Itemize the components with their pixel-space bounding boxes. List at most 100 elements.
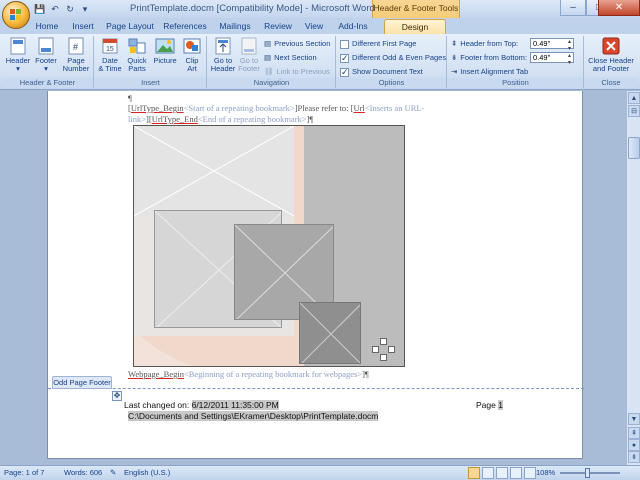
tab-view[interactable]: View (300, 19, 328, 34)
alignment-tab-icon: ⇥ (451, 67, 458, 76)
page-label: Page (476, 400, 499, 410)
previous-page-icon[interactable]: ⇞ (628, 427, 640, 439)
title-bar: Header & Footer Tools 💾 ↶ ↻ ▾ PrintTempl… (0, 0, 640, 36)
office-button[interactable] (2, 1, 30, 29)
ruler-toggle-icon[interactable]: ⊟ (628, 105, 640, 117)
last-changed-label: Last changed on: (124, 400, 192, 410)
show-document-text-checkbox[interactable] (340, 66, 349, 78)
page-number-button[interactable]: # Page Number (60, 37, 92, 73)
scroll-up-icon[interactable]: ▲ (628, 92, 640, 104)
file-path-field[interactable]: C:\Documents and Settings\EKramer\Deskto… (128, 411, 379, 421)
webpage-begin-field: Webpage_Begin (128, 369, 184, 379)
move-handle-icon[interactable]: ✥ (112, 391, 122, 401)
word-count-status[interactable]: Words: 606 (64, 468, 102, 477)
footer-from-bottom-label: Footer from Bottom: (460, 53, 527, 62)
clip-art-button[interactable]: Clip Art (179, 37, 205, 73)
tab-page-layout[interactable]: Page Layout (104, 19, 156, 34)
last-changed-line[interactable]: Last changed on: 6/12/2011 11:35:00 PM (124, 400, 279, 410)
different-first-page-label: Different First Page (352, 39, 417, 48)
urltype-begin-field: UrlType_Begin (130, 103, 184, 113)
zoom-slider[interactable] (560, 472, 620, 474)
picture-label: Picture (153, 56, 177, 65)
quick-access-toolbar: 💾 ↶ ↻ ▾ (34, 2, 91, 16)
different-first-page-option[interactable]: Different First Page (340, 38, 416, 50)
group-navigation: Go to Header Go to Footer ▤ Previous Sec… (208, 36, 336, 88)
different-first-page-checkbox[interactable] (340, 39, 349, 49)
tab-review[interactable]: Review (260, 19, 296, 34)
footer-from-bottom-input[interactable]: 0.49" (530, 52, 574, 66)
header-placeholder-image[interactable] (133, 125, 405, 367)
tab-home[interactable]: Home (32, 19, 62, 34)
close-window-button[interactable]: ✕ (598, 0, 640, 16)
file-path-value: C:\Documents and Settings\EKramer\Deskto… (128, 411, 379, 421)
page-number-field[interactable]: Page 1 (476, 400, 503, 410)
resize-handle[interactable] (388, 346, 395, 353)
previous-section-button[interactable]: ▤ Previous Section (264, 38, 330, 50)
window-title: PrintTemplate.docm [Compatibility Mode] … (130, 3, 375, 14)
link-icon: ⛓ (264, 67, 274, 76)
select-browse-object-icon[interactable]: ● (628, 439, 640, 451)
office-logo-icon (10, 9, 22, 21)
tab-insert[interactable]: Insert (66, 19, 100, 34)
page-value: 1 (498, 400, 503, 410)
group-label-header-footer: Header & Footer (2, 78, 93, 88)
next-section-icon: ▤ (264, 53, 272, 62)
go-to-footer-label-2: Footer (238, 64, 260, 73)
close-red-x-icon (601, 37, 621, 55)
scroll-down-icon[interactable]: ▼ (628, 413, 640, 425)
customize-qat-icon[interactable]: ▾ (79, 3, 91, 15)
outline-view-icon[interactable] (510, 467, 522, 479)
resize-handle[interactable] (380, 338, 387, 345)
zoom-level[interactable]: 108% (536, 468, 555, 477)
page-count-status[interactable]: Page: 1 of 7 (4, 468, 44, 477)
status-bar: Page: 1 of 7 Words: 606 ✎ English (U.S.)… (0, 465, 640, 480)
document-page[interactable]: ¶ [UrlType_Begin<Start of a repeating bo… (47, 91, 584, 459)
resize-handle[interactable] (380, 354, 387, 361)
date-time-button[interactable]: 15 Date & Time (97, 37, 123, 73)
header-button[interactable]: Header ▾ (4, 37, 32, 73)
link-to-previous-button[interactable]: ⛓ Link to Previous (264, 66, 330, 78)
full-screen-reading-view-icon[interactable] (482, 467, 494, 479)
next-page-icon[interactable]: ⇟ (628, 451, 640, 463)
go-to-footer-button[interactable]: Go to Footer (236, 37, 262, 73)
webpage-bookmark-line[interactable]: Webpage_Begin<Beginning of a repeating b… (128, 369, 369, 379)
language-status[interactable]: English (U.S.) (124, 468, 170, 477)
zoom-slider-knob[interactable] (585, 468, 590, 478)
tab-mailings[interactable]: Mailings (214, 19, 256, 34)
draft-view-icon[interactable] (524, 467, 536, 479)
vertical-scrollbar[interactable]: ▲ ⊟ ▼ ⇞ ● ⇟ (626, 91, 640, 465)
go-to-header-button[interactable]: Go to Header (210, 37, 236, 73)
odd-page-footer-tab[interactable]: Odd Page Footer (52, 376, 112, 389)
bookmark-marker: ]¶ (306, 114, 314, 124)
print-layout-view-icon[interactable] (468, 467, 480, 479)
webpage-begin-desc: <Beginning of a repeating bookmark for w… (183, 369, 363, 379)
picture-button[interactable]: Picture (151, 37, 179, 65)
go-to-header-icon (213, 37, 233, 55)
different-odd-even-option[interactable]: Different Odd & Even Pages (340, 52, 446, 64)
undo-icon[interactable]: ↶ (49, 3, 61, 15)
different-odd-even-checkbox[interactable] (340, 52, 349, 64)
bookmark-line-1[interactable]: [UrlType_Begin<Start of a repeating book… (128, 103, 424, 113)
ribbon-tabs: Home Insert Page Layout References Maili… (0, 18, 640, 34)
tab-design[interactable]: Design (384, 19, 446, 34)
tab-add-ins[interactable]: Add-Ins (334, 19, 372, 34)
insert-alignment-tab-button[interactable]: ⇥ Insert Alignment Tab (451, 66, 528, 78)
bookmark-line-2[interactable]: link>][UrlType_End<End of a repeating bo… (128, 114, 313, 124)
show-document-text-label: Show Document Text (352, 67, 423, 76)
tab-references[interactable]: References (160, 19, 210, 34)
footer-button[interactable]: Footer ▾ (32, 37, 60, 73)
save-icon[interactable]: 💾 (34, 3, 46, 15)
web-layout-view-icon[interactable] (496, 467, 508, 479)
spelling-status-icon[interactable]: ✎ (110, 468, 116, 477)
minimize-button[interactable]: – (560, 0, 586, 16)
resize-handle[interactable] (372, 346, 379, 353)
redo-icon[interactable]: ↻ (64, 3, 76, 15)
header-from-top-input[interactable]: 0.49" (530, 38, 574, 52)
scroll-thumb[interactable] (628, 137, 640, 159)
close-header-footer-button[interactable]: Close Header and Footer (586, 37, 636, 73)
image-placeholder-icon (299, 302, 361, 364)
clip-art-label-2: Art (187, 64, 197, 73)
show-document-text-option[interactable]: Show Document Text (340, 66, 423, 78)
next-section-button[interactable]: ▤ Next Section (264, 52, 317, 64)
quick-parts-button[interactable]: Quick Parts (123, 37, 151, 73)
